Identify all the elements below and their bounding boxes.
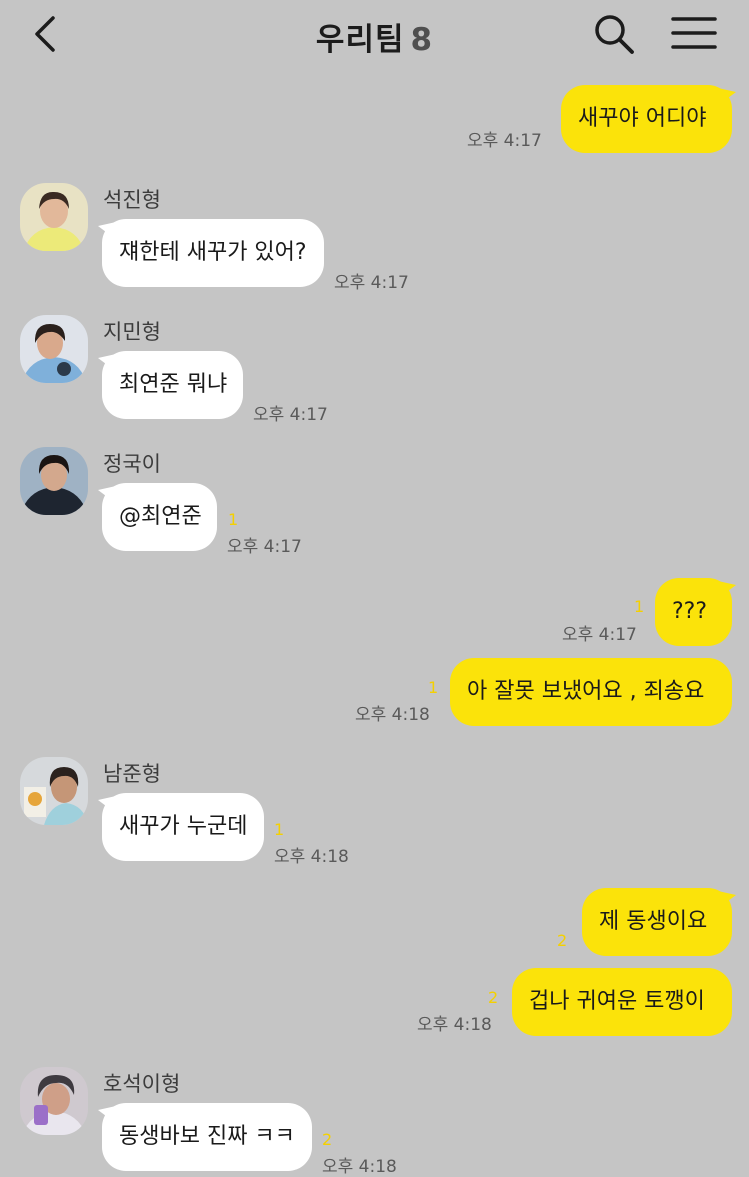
profile-photo-icon: [20, 1067, 88, 1135]
outgoing-message-bubble[interactable]: ???: [655, 578, 732, 646]
chat-room-name: 우리팀: [315, 22, 405, 58]
profile-photo-icon: [20, 315, 88, 383]
message-time: 오후 4:17: [253, 405, 328, 425]
search-button[interactable]: [592, 12, 636, 56]
outgoing-message-bubble[interactable]: 겁나 귀여운 토깽이: [512, 968, 732, 1036]
menu-button[interactable]: [670, 14, 718, 54]
outgoing-message-bubble[interactable]: 아 잘못 보냈어요 , 죄송요: [450, 658, 732, 726]
sender-name: 남준형: [103, 762, 161, 786]
member-count: 8: [410, 22, 434, 58]
outgoing-message-bubble[interactable]: 새꾸야 어디야: [561, 85, 732, 153]
unread-count: 2: [488, 988, 499, 1007]
incoming-message-bubble[interactable]: 동생바보 진짜 ㅋㅋ: [102, 1103, 312, 1171]
outgoing-message-bubble[interactable]: 제 동생이요: [582, 888, 732, 956]
profile-photo-icon: [20, 757, 88, 825]
message-time: 오후 4:17: [562, 625, 637, 645]
message-time: 오후 4:18: [417, 1015, 492, 1035]
unread-count: 1: [274, 820, 285, 839]
avatar[interactable]: [20, 757, 88, 825]
unread-count: 1: [428, 678, 439, 697]
search-icon: [595, 15, 634, 54]
message-time: 오후 4:17: [227, 537, 302, 557]
message-time: 오후 4:18: [274, 847, 349, 867]
message-time: 오후 4:17: [334, 273, 409, 293]
sender-name: 지민형: [103, 320, 161, 344]
chat-title: 우리팀 8: [0, 14, 749, 59]
incoming-message-bubble[interactable]: 새꾸가 누군데: [102, 793, 264, 861]
chat-header: 우리팀 8: [0, 0, 749, 70]
message-time: 오후 4:17: [467, 131, 542, 151]
sender-name: 정국이: [103, 452, 161, 476]
sender-name: 호석이형: [103, 1072, 181, 1096]
unread-count: 1: [634, 597, 645, 616]
profile-photo-icon: [20, 183, 88, 251]
profile-photo-icon: [20, 447, 88, 515]
message-time: 오후 4:18: [322, 1157, 397, 1177]
unread-count: 1: [228, 510, 239, 529]
avatar[interactable]: [20, 447, 88, 515]
avatar[interactable]: [20, 315, 88, 383]
incoming-message-bubble[interactable]: 최연준 뭐냐: [102, 351, 243, 419]
avatar[interactable]: [20, 183, 88, 251]
message-time: 오후 4:18: [355, 705, 430, 725]
incoming-message-bubble[interactable]: 쟤한테 새꾸가 있어?: [102, 219, 324, 287]
unread-count: 2: [322, 1130, 333, 1149]
avatar[interactable]: [20, 1067, 88, 1135]
unread-count: 2: [557, 931, 568, 950]
hamburger-menu-icon: [671, 17, 717, 49]
sender-name: 석진형: [103, 188, 161, 212]
incoming-message-bubble[interactable]: @최연준: [102, 483, 217, 551]
